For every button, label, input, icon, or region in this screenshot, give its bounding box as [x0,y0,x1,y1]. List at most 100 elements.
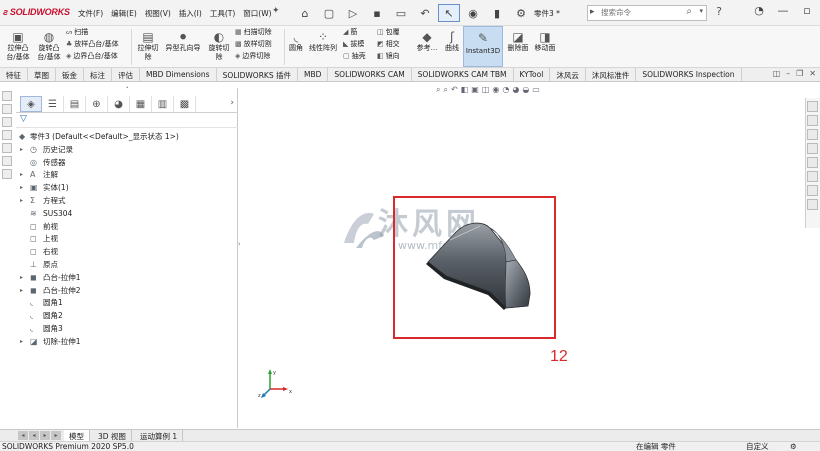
zoom-to-area-icon[interactable]: ⌕ [443,85,447,95]
tab-kytool[interactable]: KYTool [514,68,551,82]
display-manager-tab-icon[interactable]: ◕ [108,96,130,112]
cam-feature-tab-icon[interactable]: ▦ [130,96,152,112]
help-icon[interactable]: ? [712,5,726,18]
tab-mufeng-standard-parts[interactable]: 沐风标准件 [586,68,637,82]
expand-arrow-icon[interactable]: ▸ [20,272,23,285]
solidworks-resources-icon[interactable] [807,101,818,112]
edit-appearance-icon[interactable]: ◕ [512,85,519,95]
section-view-icon[interactable]: ◧ [461,85,469,95]
print-icon[interactable]: ▭ [390,4,412,22]
tree-item[interactable]: ◻ 前视 [16,221,238,234]
move-face-button[interactable]: ◨ 移动面 [532,30,558,53]
reference-triad[interactable]: y z x [258,365,298,401]
restore-icon[interactable]: ▫ [798,4,816,17]
tree-item[interactable]: ▸ ▣ 实体(1) [16,182,238,195]
feature-tree-tab-icon[interactable]: ◈ [20,96,42,112]
file-properties-icon[interactable]: ▮ [486,4,508,22]
draft-button[interactable]: ◣ 拔模 [343,39,364,49]
options-icon[interactable]: ⚙ [510,4,532,22]
tree-filter-row[interactable]: ▽ [16,113,238,128]
tab-features[interactable]: 特征 [0,68,28,82]
tab-sheet-metal[interactable]: 钣金 [56,68,84,82]
cam-tool-tab-icon[interactable]: ▩ [174,96,196,112]
curves-button[interactable]: ʃ 曲线 [441,30,463,53]
save-icon[interactable]: ▪ [366,4,388,22]
chevron-down-icon[interactable]: ▾ [699,7,703,15]
tab-solidworks-cam[interactable]: SOLIDWORKS CAM [328,68,412,82]
tree-root-part[interactable]: ◆ 零件3 (Default<<Default>_显示状态 1>) [16,131,238,144]
user-icon[interactable]: ◔ [750,4,768,17]
tree-item[interactable]: ▸ A 注解 [16,169,238,182]
swept-cut-button[interactable]: ▦ 扫描切除 [235,27,272,37]
doc-minimize-icon[interactable]: – [786,69,790,78]
tab-solidworks-inspection[interactable]: SOLIDWORKS Inspection [636,68,742,82]
tab-solidworks-addins[interactable]: SOLIDWORKS 插件 [217,68,298,82]
strip-tool-icon[interactable] [2,117,12,127]
next-tab-icon[interactable]: ▸ [40,431,50,440]
expand-arrow-icon[interactable]: ▸ [20,182,23,195]
lofted-cut-button[interactable]: ▩ 放样切割 [235,39,272,49]
solidworks-forum-icon[interactable] [807,185,818,196]
previous-view-icon[interactable]: ↶ [451,85,458,95]
menu-view[interactable]: 视图(V) [141,8,175,19]
tab-markup[interactable]: 标注 [84,68,112,82]
tab-mbd-dimensions[interactable]: MBD Dimensions [140,68,217,82]
menu-window[interactable]: 窗口(W) [239,8,275,19]
display-style-icon[interactable]: ◉ [492,85,499,95]
dynamic-annotation-icon[interactable]: ▣ [471,85,479,95]
boundary-boss-button[interactable]: ◈ 边界凸台/基体 [66,51,118,61]
revolve-cut-button[interactable]: ◐ 旋转切除 [205,30,233,62]
cam-operation-tab-icon[interactable]: ▥ [152,96,174,112]
instant3d-button[interactable]: ✎ Instant3D [463,26,503,67]
extrude-cut-button[interactable]: ▤ 拉伸切除 [134,30,162,62]
file-explorer-icon[interactable] [807,129,818,140]
search-scope-icon[interactable]: ▸ [590,7,595,17]
tree-item[interactable]: ▸ ◷ 历史记录 [16,144,238,157]
tree-item[interactable]: ⊥ 原点 [16,259,238,272]
doc-close-icon[interactable]: ✕ [809,69,816,78]
filter-icon[interactable]: ▽ [20,114,27,124]
tree-item[interactable]: ▸ ◼ 凸台-拉伸1 [16,272,238,285]
mirror-button[interactable]: ◧ 镜向 [377,51,400,61]
open-icon[interactable]: ▷ [342,4,364,22]
appearances-icon[interactable] [807,157,818,168]
tree-item[interactable]: ◻ 右视 [16,246,238,259]
expand-arrow-icon[interactable]: ▸ [20,195,23,208]
tree-item[interactable]: ▸ Σ 方程式 [16,195,238,208]
design-library-icon[interactable] [807,115,818,126]
zoom-to-fit-icon[interactable]: ⌕ [436,85,440,95]
tree-item[interactable]: ◟ 圆角1 [16,297,238,310]
tab-mbd[interactable]: MBD [298,68,329,82]
search-box[interactable]: ▸ ⌕ ▾ [587,5,707,21]
doc-restore-icon[interactable]: ❐ [796,69,803,78]
undo-icon[interactable]: ↶ [414,4,436,22]
menu-edit[interactable]: 编辑(E) [107,8,141,19]
search-input[interactable] [601,8,681,17]
hole-wizard-button[interactable]: ⚫ 异型孔向导 [162,30,204,53]
last-tab-icon[interactable]: ▸ [51,431,61,440]
select-icon[interactable]: ↖ [438,4,460,22]
tab-mufeng-cloud[interactable]: 沐风云 [550,68,586,82]
expand-arrow-icon[interactable]: ▸ [20,169,23,182]
reference-geometry-button[interactable]: ◆ 参考... [413,30,441,53]
tree-item[interactable]: ≋ SUS304 [16,208,238,221]
unit-system[interactable]: 自定义 [746,442,769,451]
property-manager-tab-icon[interactable]: ☰ [42,96,64,112]
revolve-boss-button[interactable]: ◍ 旋转凸台/基体 [34,30,64,62]
tree-item[interactable]: ◟ 圆角3 [16,323,238,336]
apply-scene-icon[interactable]: ◒ [522,85,529,95]
fillet-button[interactable]: ◟ 圆角 [286,30,306,53]
chevron-right-icon[interactable]: › [230,98,234,108]
minimize-icon[interactable]: — [774,4,792,17]
settings-icon[interactable]: ⚙ [790,442,797,451]
expand-arrow-icon[interactable]: ▸ [20,144,23,157]
tree-item[interactable]: ◻ 上视 [16,233,238,246]
tree-item[interactable]: ▸ ◼ 凸台-拉伸2 [16,285,238,298]
configuration-manager-tab-icon[interactable]: ▤ [64,96,86,112]
view-orientation-icon[interactable]: ◫ [482,85,490,95]
tile-icon[interactable]: ◫ [773,69,781,78]
menu-file[interactable]: 文件(F) [74,8,107,19]
delete-face-button[interactable]: ◪ 删除面 [505,30,531,53]
loft-button[interactable]: ♣ 放样凸台/基体 [66,39,119,49]
extrude-boss-button[interactable]: ▣ 拉伸凸台/基体 [3,30,33,62]
